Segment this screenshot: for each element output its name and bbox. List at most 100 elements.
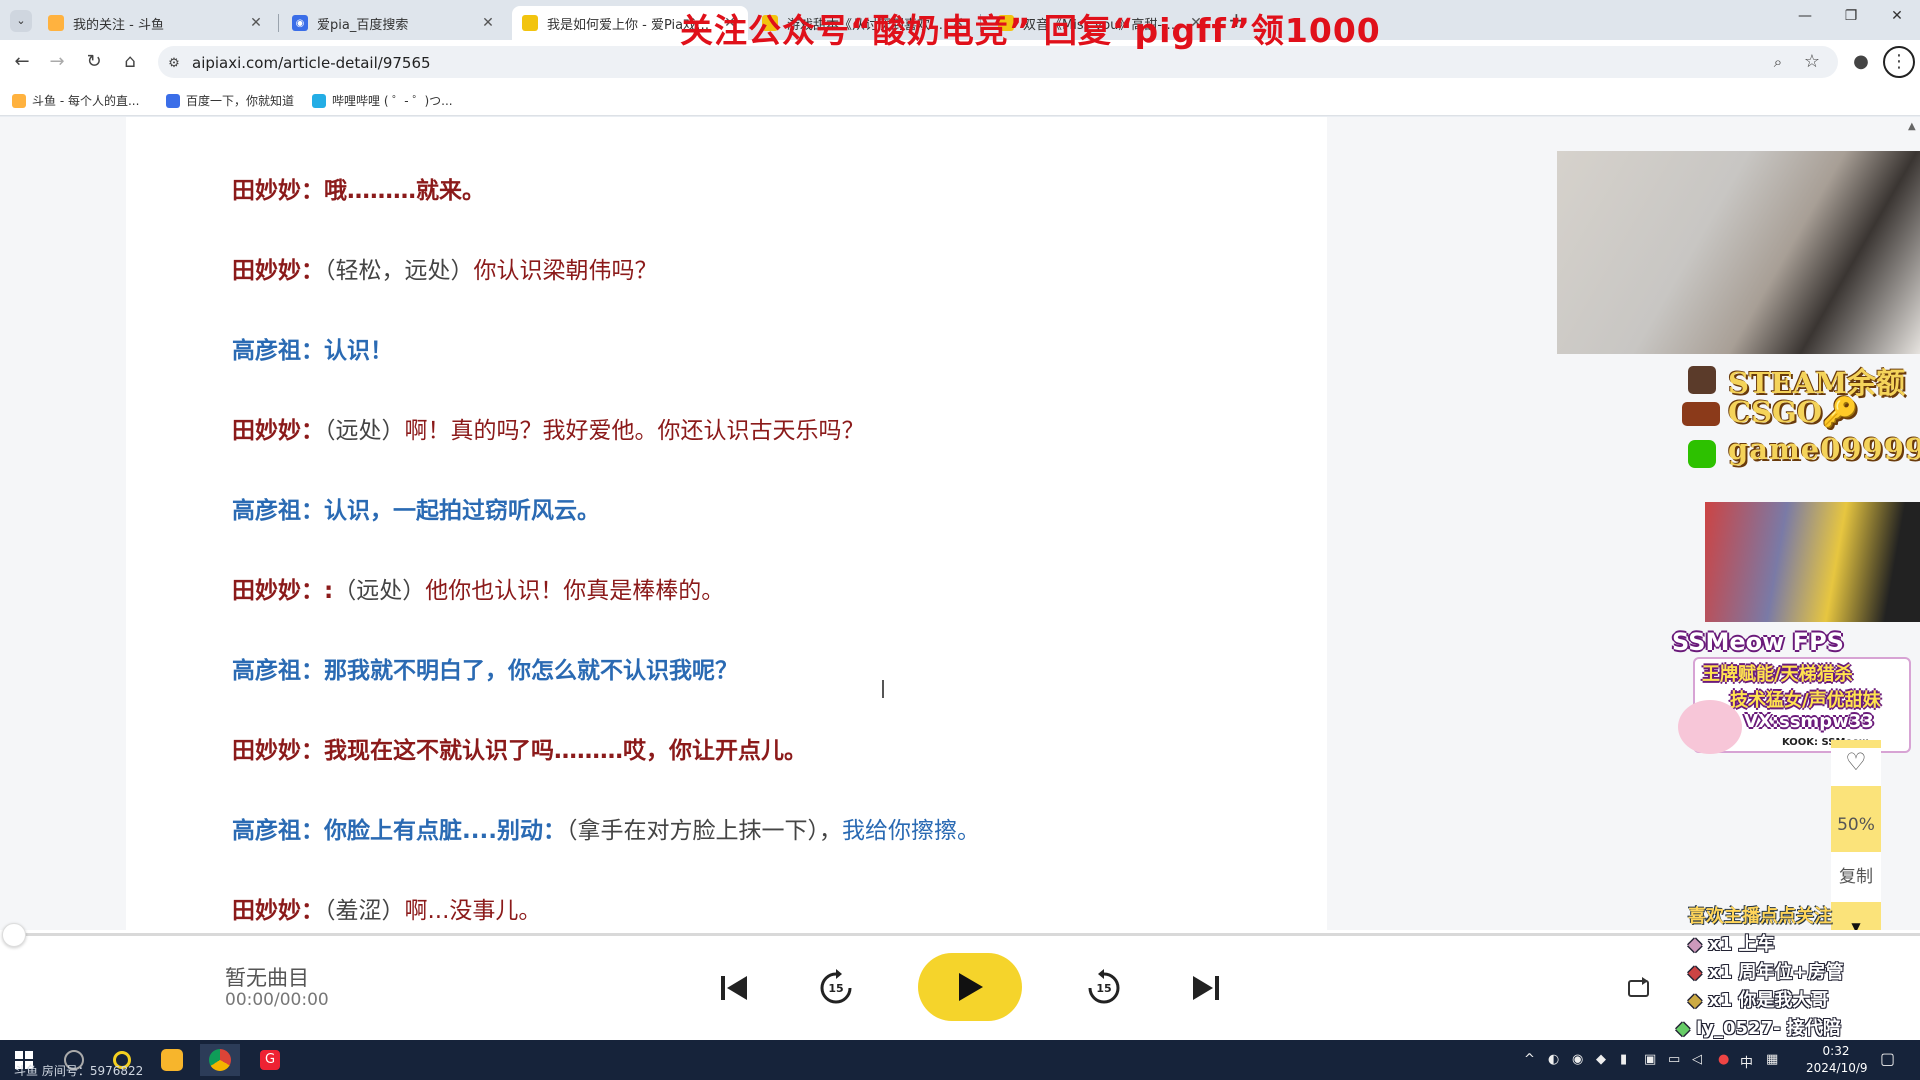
gift-icon: ◆ xyxy=(1688,934,1709,955)
script-line: 田妙妙：（羞涩）啊...没事儿。 xyxy=(232,898,542,924)
rewind-label: 15 xyxy=(828,981,844,995)
gift-line: ◆ x1 周年位+房管 xyxy=(1688,962,1844,983)
play-button[interactable] xyxy=(918,953,1022,1021)
second-camera-feed xyxy=(1705,502,1920,622)
gift-line: ◆ ly_0527- 接代陪 xyxy=(1676,1018,1841,1039)
ime-indicator[interactable]: 中 xyxy=(1740,1052,1753,1071)
bilibili-icon xyxy=(312,93,326,108)
room-id-label: 斗鱼 房间号：5976822 xyxy=(14,1064,144,1078)
ss-line: 技术猛女/声优甜妹 xyxy=(1730,690,1881,711)
app-g-icon[interactable]: G xyxy=(250,1044,290,1076)
next-icon[interactable] xyxy=(1188,970,1224,1006)
tab-title: 爱pia_百度搜索 xyxy=(317,17,409,33)
douyu-icon xyxy=(48,15,64,31)
pig-mascot-icon xyxy=(1678,700,1742,754)
script-line: 高彦祖：那我就不明白了，你怎么就不认识我呢？ xyxy=(232,658,738,684)
notification-icon[interactable]: ▢ xyxy=(1880,1049,1895,1068)
gift-icon: ◆ xyxy=(1688,962,1709,983)
restore-icon[interactable]: ❐ xyxy=(1836,8,1866,32)
zoom-level[interactable]: 50% xyxy=(1831,815,1881,835)
webcam-feed xyxy=(1557,151,1920,354)
bookmarks-bar: 斗鱼 - 每个人的直... 百度一下，你就知道 哔哩哔哩 ( ゜- ゜)つ... xyxy=(0,84,1920,116)
menu-icon[interactable]: ⋮ xyxy=(1883,46,1915,78)
taskbar: G 斗鱼 房间号：5976822 ^ ◐ ◉ ◆ ▮ ▣ ▭ ◁ ● 中 ▦ 0… xyxy=(0,1040,1920,1080)
close-icon[interactable]: ✕ xyxy=(248,15,264,31)
script-line: 高彦祖：认识，一起拍过窃听风云。 xyxy=(232,498,600,524)
script-line: 田妙妙：（轻松，远处）你认识梁朝伟吗？ xyxy=(232,258,658,284)
tray-chevron-icon[interactable]: ^ xyxy=(1524,1052,1535,1067)
scroll-up-icon[interactable]: ▲ xyxy=(1908,121,1916,132)
ad-wechat: game09999 xyxy=(1728,432,1920,466)
gift-icon: ◆ xyxy=(1688,990,1709,1011)
douyu-icon xyxy=(12,93,26,108)
script-line: 高彦祖：认识！ xyxy=(232,338,393,364)
site-info-icon[interactable]: ⚙ xyxy=(162,52,186,76)
script-line: 高彦祖：你脸上有点脏....别动：（拿手在对方脸上抹一下），我给你擦擦。 xyxy=(232,818,980,844)
rewind-15-icon[interactable]: 15 xyxy=(814,966,858,1010)
mouse-cursor xyxy=(882,680,894,698)
aipiaxi-icon xyxy=(522,15,538,31)
script-line: 田妙妙：哦………就来。 xyxy=(232,178,485,204)
volume-icon[interactable]: ◁ xyxy=(1692,1052,1702,1067)
script-line: 田妙妙：我现在这不就认识了吗………哎，你让开点儿。 xyxy=(232,738,807,764)
tray-record-icon[interactable]: ● xyxy=(1718,1052,1729,1067)
tab-baidu[interactable]: ◉ 爱pia_百度搜索 ✕ xyxy=(282,6,506,40)
script-line: 田妙妙：（远处）啊！真的吗？我好爱他。你还认识古天乐吗？ xyxy=(232,418,865,444)
clock[interactable]: 0:32 2024/10/9 xyxy=(1806,1043,1868,1077)
bookmark-baidu[interactable]: 百度一下，你就知道 xyxy=(166,92,294,109)
forward-label: 15 xyxy=(1096,981,1112,995)
tray-icon[interactable]: ◆ xyxy=(1596,1052,1606,1067)
pubg-icon xyxy=(1688,366,1716,394)
douyu-app-icon[interactable] xyxy=(152,1044,192,1076)
promo-banner: 关注公众号“酸奶电竞” 回复“pigff”领1000 xyxy=(680,11,1381,50)
back-icon[interactable]: ← xyxy=(10,50,34,74)
clock-time: 0:32 xyxy=(1822,1044,1850,1058)
script-line: 田妙妙：:（远处）他你也认识！你真是棒棒的。 xyxy=(232,578,725,604)
csgo-icon xyxy=(1682,402,1720,426)
chrome-icon[interactable] xyxy=(200,1044,240,1076)
close-icon[interactable]: ✕ xyxy=(480,15,496,31)
ad-csgo: CSGO🔑 xyxy=(1728,395,1859,429)
network-icon[interactable]: ▭ xyxy=(1668,1052,1680,1067)
copy-button[interactable]: 复制 xyxy=(1831,852,1881,902)
heart-icon[interactable]: ♡ xyxy=(1831,748,1881,786)
ss-line: 王牌赋能/天梯猎杀 xyxy=(1702,664,1853,685)
tab-search-button[interactable]: ⌄ xyxy=(10,10,32,32)
gift-line: ◆ x1 你是我大哥 xyxy=(1688,990,1829,1011)
forward-15-icon[interactable]: 15 xyxy=(1082,966,1126,1010)
gift-icon: ◆ xyxy=(1676,1018,1697,1039)
reload-icon[interactable]: ↻ xyxy=(82,50,106,74)
tab-title: 我的关注 - 斗鱼 xyxy=(73,17,164,33)
previous-icon[interactable] xyxy=(716,970,752,1006)
bookmark-bilibili[interactable]: 哔哩哔哩 ( ゜- ゜)つ... xyxy=(312,92,453,109)
mic-icon[interactable]: ▮ xyxy=(1620,1052,1627,1067)
baidu-icon: ◉ xyxy=(292,15,308,31)
profile-icon[interactable]: ● xyxy=(1849,50,1873,74)
minimize-icon[interactable]: — xyxy=(1790,8,1820,32)
tab-douyu[interactable]: 我的关注 - 斗鱼 ✕ xyxy=(38,6,274,40)
baidu-icon xyxy=(166,93,180,108)
tray-icon[interactable]: ▣ xyxy=(1644,1052,1656,1067)
tray-icon[interactable]: ◉ xyxy=(1572,1052,1583,1067)
ss-line: VX:ssmpw33 xyxy=(1744,711,1874,732)
progress-track[interactable] xyxy=(14,933,1920,936)
window-close-icon[interactable]: ✕ xyxy=(1882,8,1912,32)
repeat-icon[interactable] xyxy=(1624,974,1654,1002)
forward-icon[interactable]: → xyxy=(45,50,69,74)
bookmark-star-icon[interactable]: ☆ xyxy=(1800,50,1824,74)
url-text[interactable]: aipiaxi.com/article-detail/97565 xyxy=(192,54,431,72)
keyboard-icon[interactable]: ▦ xyxy=(1766,1052,1778,1067)
wechat-icon xyxy=(1688,440,1716,468)
progress-knob[interactable] xyxy=(2,923,26,947)
ss-title: SSMeow FPS xyxy=(1672,628,1844,656)
track-title: 暂无曲目 xyxy=(225,966,309,990)
zoom-icon[interactable]: ⌕ xyxy=(1766,50,1790,74)
home-icon[interactable]: ⌂ xyxy=(118,50,142,74)
bookmark-douyu[interactable]: 斗鱼 - 每个人的直... xyxy=(12,92,139,109)
clock-date: 2024/10/9 xyxy=(1806,1061,1868,1075)
follow-prompt: 喜欢主播点点关注 xyxy=(1688,906,1832,927)
screen: ⌄ 我的关注 - 斗鱼 ✕ ◉ 爱pia_百度搜索 ✕ 我是如何爱上你 - 爱P… xyxy=(0,0,1920,1080)
track-time: 00:00/00:00 xyxy=(225,990,329,1010)
gift-line: ◆ x1 上车 xyxy=(1688,934,1775,955)
tray-icon[interactable]: ◐ xyxy=(1548,1052,1559,1067)
